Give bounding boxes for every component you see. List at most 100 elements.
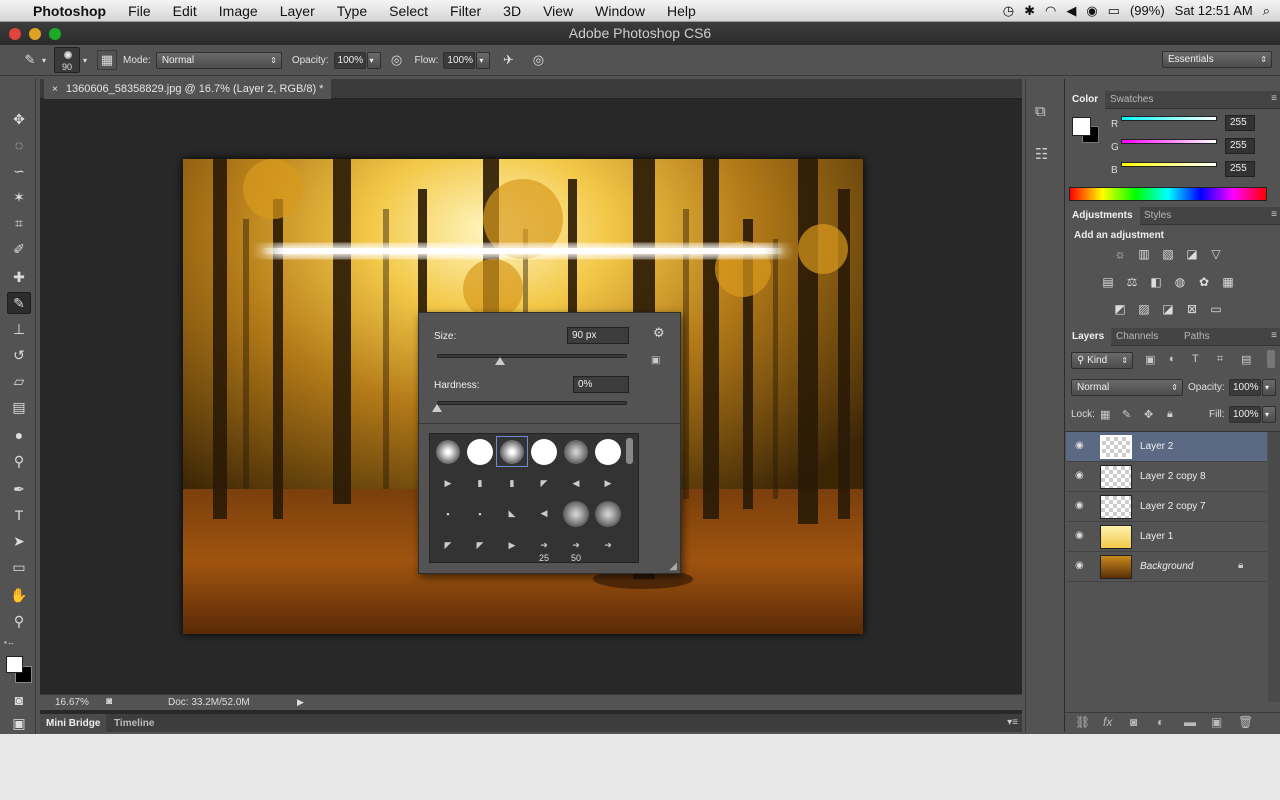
menu-edit[interactable]: Edit: [162, 0, 208, 22]
tab-channels[interactable]: Channels: [1109, 328, 1165, 346]
foreground-color-swatch[interactable]: [6, 656, 23, 673]
tab-adjustments[interactable]: Adjustments: [1065, 207, 1140, 225]
selective-color-icon[interactable]: ⊠: [1183, 302, 1201, 316]
channel-mixer-icon[interactable]: ✿: [1195, 275, 1213, 289]
brush-preset-tip[interactable]: ▮: [496, 468, 528, 499]
tab-layers[interactable]: Layers: [1065, 328, 1112, 346]
black-white-icon[interactable]: ◧: [1147, 275, 1165, 289]
menu-filter[interactable]: Filter: [439, 0, 492, 22]
layer-row[interactable]: ◉ Background 🔒︎: [1066, 552, 1267, 582]
lock-all-icon[interactable]: 🔒︎: [1167, 408, 1173, 421]
photo-filter-icon[interactable]: ◍: [1171, 275, 1189, 289]
size-slider-thumb[interactable]: [494, 357, 505, 365]
zoom-window-button[interactable]: [49, 28, 61, 40]
brush-preset-tip[interactable]: ◤: [528, 468, 560, 499]
mode-select[interactable]: Normal ⇕: [155, 51, 282, 69]
brush-preset-tip[interactable]: ▶: [496, 530, 528, 561]
new-preset-icon[interactable]: ▣: [651, 355, 660, 366]
brightness-contrast-icon[interactable]: ☼: [1111, 247, 1129, 261]
panel-menu-icon[interactable]: ≡: [1271, 93, 1277, 104]
bluetooth-icon[interactable]: ✱: [1024, 3, 1035, 19]
exposure-icon[interactable]: ◪: [1183, 247, 1201, 261]
blend-mode-select[interactable]: Normal ⇕: [1071, 379, 1183, 396]
pressure-opacity-icon[interactable]: ◎: [387, 50, 407, 70]
color-balance-icon[interactable]: ⚖: [1123, 275, 1141, 289]
color-ramp[interactable]: [1069, 187, 1267, 201]
color-lookup-icon[interactable]: ▦: [1219, 275, 1237, 289]
history-brush-tool-icon[interactable]: ↺: [7, 344, 31, 366]
fill-dropdown-icon[interactable]: ▾: [1262, 406, 1276, 423]
brush-tool-preset-icon[interactable]: ✎: [20, 50, 40, 70]
visibility-eye-icon[interactable]: ◉: [1075, 440, 1084, 451]
brush-preset-selected[interactable]: [496, 436, 528, 467]
brush-picker-arrow-icon[interactable]: ▾: [83, 56, 87, 65]
layers-scrollbar[interactable]: [1268, 432, 1280, 702]
brush-preset-tip[interactable]: ➜ 25: [528, 530, 560, 562]
size-input[interactable]: 90 px: [567, 327, 629, 344]
spotlight-search-icon[interactable]: ⌕: [1263, 3, 1270, 19]
close-tab-icon[interactable]: ×: [52, 84, 58, 95]
green-value[interactable]: 255: [1225, 138, 1255, 154]
filter-smart-object-icon[interactable]: ▤: [1241, 353, 1251, 366]
red-value[interactable]: 255: [1225, 115, 1255, 131]
new-group-icon[interactable]: ▬: [1184, 715, 1196, 729]
lock-position-icon[interactable]: ✥: [1144, 408, 1153, 421]
resize-grip-icon[interactable]: ◢: [669, 561, 677, 572]
close-window-button[interactable]: [9, 28, 21, 40]
zoom-tool-icon[interactable]: ⚲: [7, 610, 31, 632]
menu-window[interactable]: Window: [584, 0, 656, 22]
brush-preset-soft[interactable]: [592, 498, 624, 529]
brush-preset-tip[interactable]: ▶: [592, 468, 624, 499]
hardness-slider[interactable]: [437, 401, 627, 405]
visibility-eye-icon[interactable]: ◉: [1075, 530, 1084, 541]
preset-dropdown-arrow-icon[interactable]: ▾: [42, 56, 46, 65]
blur-tool-icon[interactable]: ●: [7, 424, 31, 446]
menubar-clock[interactable]: Sat 12:51 AM: [1175, 3, 1253, 18]
flow-dropdown-icon[interactable]: ▾: [476, 51, 491, 69]
filter-adjustment-icon[interactable]: ◐: [1169, 353, 1176, 365]
filter-type-icon[interactable]: T: [1192, 353, 1199, 365]
foreground-color-chip[interactable]: [1072, 117, 1091, 136]
menu-layer[interactable]: Layer: [269, 0, 326, 22]
toggle-brush-panel-icon[interactable]: ▦: [97, 50, 118, 70]
hardness-slider-thumb[interactable]: [432, 404, 442, 412]
dodge-tool-icon[interactable]: ⚲: [7, 450, 31, 472]
filter-shape-icon[interactable]: ⌗: [1217, 353, 1223, 366]
status-menu-arrow-icon[interactable]: ▶: [297, 697, 304, 708]
hue-saturation-icon[interactable]: ▤: [1099, 275, 1117, 289]
rectangle-tool-icon[interactable]: ▭: [7, 556, 31, 578]
filter-pixel-icon[interactable]: ▣: [1145, 353, 1155, 366]
opacity-dropdown-icon[interactable]: ▾: [366, 51, 381, 69]
tab-mini-bridge[interactable]: Mini Bridge: [40, 714, 107, 733]
status-info-icon[interactable]: ◙: [106, 696, 112, 707]
crop-tool-icon[interactable]: ⌗: [7, 212, 31, 234]
visibility-eye-icon[interactable]: ◉: [1075, 500, 1084, 511]
hand-tool-icon[interactable]: ✋: [7, 584, 31, 606]
brush-preset-tip[interactable]: ▮: [464, 468, 496, 499]
add-mask-icon[interactable]: ◙: [1130, 715, 1137, 729]
quick-mask-icon[interactable]: ◙: [7, 689, 31, 711]
brush-preset-tip[interactable]: ▪: [432, 498, 464, 529]
levels-icon[interactable]: ▥: [1135, 247, 1153, 261]
tab-color[interactable]: Color: [1065, 91, 1106, 109]
brush-preset-soft[interactable]: [560, 436, 592, 467]
eraser-tool-icon[interactable]: ▱: [7, 370, 31, 392]
layer-opacity-input[interactable]: 100%: [1229, 379, 1261, 396]
brush-preset-tip[interactable]: ◣: [496, 498, 528, 529]
brush-grid-scrollbar[interactable]: [626, 438, 633, 464]
screen-mode-icon[interactable]: ▣: [7, 715, 31, 731]
layer-row[interactable]: ◉ Layer 2: [1066, 432, 1267, 462]
tab-timeline[interactable]: Timeline: [108, 714, 160, 733]
threshold-icon[interactable]: ◪: [1159, 302, 1177, 316]
new-adjustment-icon[interactable]: ◐: [1157, 715, 1164, 729]
layer-row[interactable]: ◉ Layer 2 copy 7: [1066, 492, 1267, 522]
blue-value[interactable]: 255: [1225, 161, 1255, 177]
layer-filter-select[interactable]: ⚲ Kind ⇕: [1071, 352, 1133, 369]
menu-app-name[interactable]: Photoshop: [22, 0, 117, 22]
visibility-eye-icon[interactable]: ◉: [1075, 560, 1084, 571]
size-slider[interactable]: [437, 354, 627, 358]
brush-preset-tip[interactable]: ◤: [464, 530, 496, 561]
workspace-select[interactable]: Essentials ⇕: [1162, 51, 1272, 68]
default-colors-icon[interactable]: ▪↔: [4, 638, 15, 647]
hardness-input[interactable]: 0%: [573, 376, 629, 393]
